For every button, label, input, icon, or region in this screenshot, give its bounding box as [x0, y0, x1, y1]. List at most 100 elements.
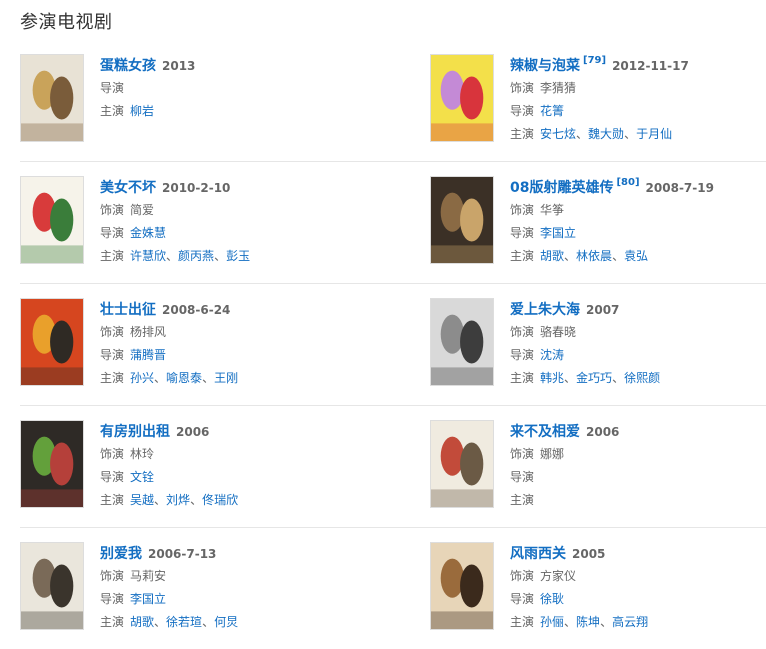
- cast-link[interactable]: 何炅: [214, 615, 238, 629]
- series-poster[interactable]: [430, 298, 494, 386]
- cast-separator: 、: [166, 249, 179, 263]
- series-row: 美女不坏 2010-2-10 饰演 简爱 导演 金姝慧 主演 许慧欣、颜丙燕、彭玉 08版射雕英…: [20, 162, 766, 284]
- cast-link[interactable]: 孙兴: [130, 371, 154, 385]
- cast-link[interactable]: 颜丙燕: [178, 249, 214, 263]
- cast-separator: 、: [624, 127, 637, 141]
- director-link[interactable]: 金姝慧: [130, 226, 166, 240]
- cast-separator: 、: [154, 371, 167, 385]
- series-row: 蛋糕女孩 2013 导演 主演 柳岩 辣椒与泡菜 [79] 2012-11-17 饰演 李猜猜 导演…: [20, 40, 766, 162]
- director-link[interactable]: 李国立: [540, 226, 576, 240]
- cast-link[interactable]: 许慧欣: [130, 249, 166, 263]
- series-card: 08版射雕英雄传 [80] 2008-7-19 饰演 华筝 导演 李国立 主演 胡歌、林依晨、袁…: [430, 176, 760, 268]
- series-title-link[interactable]: 爱上朱大海: [510, 302, 580, 318]
- series-poster[interactable]: [20, 54, 84, 142]
- series-poster[interactable]: [430, 176, 494, 264]
- cast-link[interactable]: 于月仙: [636, 127, 672, 141]
- cast-link[interactable]: 王刚: [214, 371, 238, 385]
- cast-link[interactable]: 徐熙颜: [624, 371, 660, 385]
- cast-line: 主演 胡歌、徐若瑄、何炅: [100, 612, 360, 633]
- series-poster[interactable]: [20, 298, 84, 386]
- cast-link[interactable]: 彭玉: [226, 249, 250, 263]
- cast-separator: 、: [564, 249, 577, 263]
- cast-link[interactable]: 胡歌: [540, 249, 564, 263]
- series-title-link[interactable]: 美女不坏: [100, 180, 156, 196]
- cast-link[interactable]: 陈坤: [576, 615, 600, 629]
- series-title-link[interactable]: 来不及相爱: [510, 424, 580, 440]
- cast-link[interactable]: 孙俪: [540, 615, 564, 629]
- director-link[interactable]: 徐耿: [540, 592, 564, 606]
- director-link[interactable]: 沈涛: [540, 348, 564, 362]
- series-card: 蛋糕女孩 2013 导演主演 柳岩: [20, 54, 350, 146]
- director-label: 导演: [510, 592, 535, 606]
- cast-label: 主演: [100, 104, 125, 118]
- series-card: 有房别出租 2006 饰演 林玲 导演 文铨 主演 吴越、刘烨、佟瑞欣: [20, 420, 350, 512]
- role-label: 饰演: [100, 569, 125, 583]
- series-poster[interactable]: [430, 542, 494, 630]
- cast-link[interactable]: 胡歌: [130, 615, 154, 629]
- series-poster[interactable]: [430, 54, 494, 142]
- cast-label: 主演: [510, 615, 535, 629]
- series-year: 2013: [162, 59, 196, 73]
- director-label: 导演: [100, 81, 125, 95]
- director-link[interactable]: 花箐: [540, 104, 564, 118]
- cast-separator: 、: [154, 615, 167, 629]
- role-label: 饰演: [510, 447, 535, 461]
- cast-separator: 、: [202, 371, 215, 385]
- series-title-link[interactable]: 壮士出征: [100, 302, 156, 318]
- cast-link[interactable]: 金巧巧: [576, 371, 612, 385]
- series-title-link[interactable]: 蛋糕女孩: [100, 58, 156, 74]
- section-title: 参演电视剧: [20, 12, 113, 33]
- cast-link[interactable]: 安七炫: [540, 127, 576, 141]
- director-link[interactable]: 蒲腾晋: [130, 348, 166, 362]
- series-info: 有房别出租 2006 饰演 林玲 导演 文铨 主演 吴越、刘烨、佟瑞欣: [100, 420, 360, 511]
- cast-link[interactable]: 徐若瑄: [166, 615, 202, 629]
- series-year: 2006: [176, 425, 210, 439]
- cast-line: 主演 安七炫、魏大勋、于月仙: [510, 124, 766, 145]
- role-value: 骆春晓: [540, 325, 577, 339]
- cast-label: 主演: [100, 493, 125, 507]
- director-link[interactable]: 李国立: [130, 592, 166, 606]
- cast-link[interactable]: 吴越: [130, 493, 154, 507]
- cast-link[interactable]: 魏大勋: [588, 127, 624, 141]
- series-title-link[interactable]: 08版射雕英雄传: [510, 180, 613, 196]
- cast-link[interactable]: 喻恩泰: [166, 371, 202, 385]
- series-poster[interactable]: [430, 420, 494, 508]
- series-title-link[interactable]: 别爱我: [100, 546, 142, 562]
- reference-link[interactable]: [79]: [583, 55, 606, 66]
- role-label: 饰演: [100, 203, 125, 217]
- series-card: 来不及相爱 2006 饰演 娜娜 导演 主演: [430, 420, 760, 512]
- cast-link[interactable]: 高云翔: [612, 615, 648, 629]
- director-line: 导演 文铨: [100, 467, 360, 488]
- cast-link[interactable]: 韩兆: [540, 371, 564, 385]
- cast-line: 主演 孙俪、陈坤、高云翔: [510, 612, 766, 633]
- title-line: 辣椒与泡菜 [79] 2012-11-17: [510, 54, 766, 76]
- role-label: 饰演: [510, 203, 535, 217]
- series-card: 别爱我 2006-7-13 饰演 马莉安 导演 李国立 主演 胡歌、徐若瑄、何炅: [20, 542, 350, 634]
- cast-link[interactable]: 袁弘: [624, 249, 648, 263]
- cast-separator: 、: [600, 615, 613, 629]
- role-line: 饰演 杨排风: [100, 322, 360, 343]
- cast-link[interactable]: 柳岩: [130, 104, 154, 118]
- title-line: 壮士出征 2008-6-24: [100, 298, 360, 320]
- series-title-link[interactable]: 风雨西关: [510, 546, 566, 562]
- role-line: 饰演 林玲: [100, 444, 360, 465]
- director-line: 导演 蒲腾晋: [100, 345, 360, 366]
- reference-link[interactable]: [80]: [616, 177, 639, 188]
- series-poster[interactable]: [20, 176, 84, 264]
- series-title-link[interactable]: 有房别出租: [100, 424, 170, 440]
- role-value: 林玲: [130, 447, 155, 461]
- cast-link[interactable]: 林依晨: [576, 249, 612, 263]
- series-year: 2012-11-17: [612, 59, 689, 73]
- cast-link[interactable]: 刘烨: [166, 493, 190, 507]
- cast-line: 主演 吴越、刘烨、佟瑞欣: [100, 490, 360, 511]
- cast-link[interactable]: 佟瑞欣: [202, 493, 238, 507]
- series-card: 壮士出征 2008-6-24 饰演 杨排风 导演 蒲腾晋 主演 孙兴、喻恩泰、王刚: [20, 298, 350, 390]
- director-link[interactable]: 文铨: [130, 470, 154, 484]
- role-value: 杨排风: [130, 325, 167, 339]
- series-poster[interactable]: [20, 420, 84, 508]
- series-title-link[interactable]: 辣椒与泡菜: [510, 58, 580, 74]
- role-value: 简爱: [130, 203, 155, 217]
- series-poster[interactable]: [20, 542, 84, 630]
- director-label: 导演: [510, 104, 535, 118]
- director-label: 导演: [100, 470, 125, 484]
